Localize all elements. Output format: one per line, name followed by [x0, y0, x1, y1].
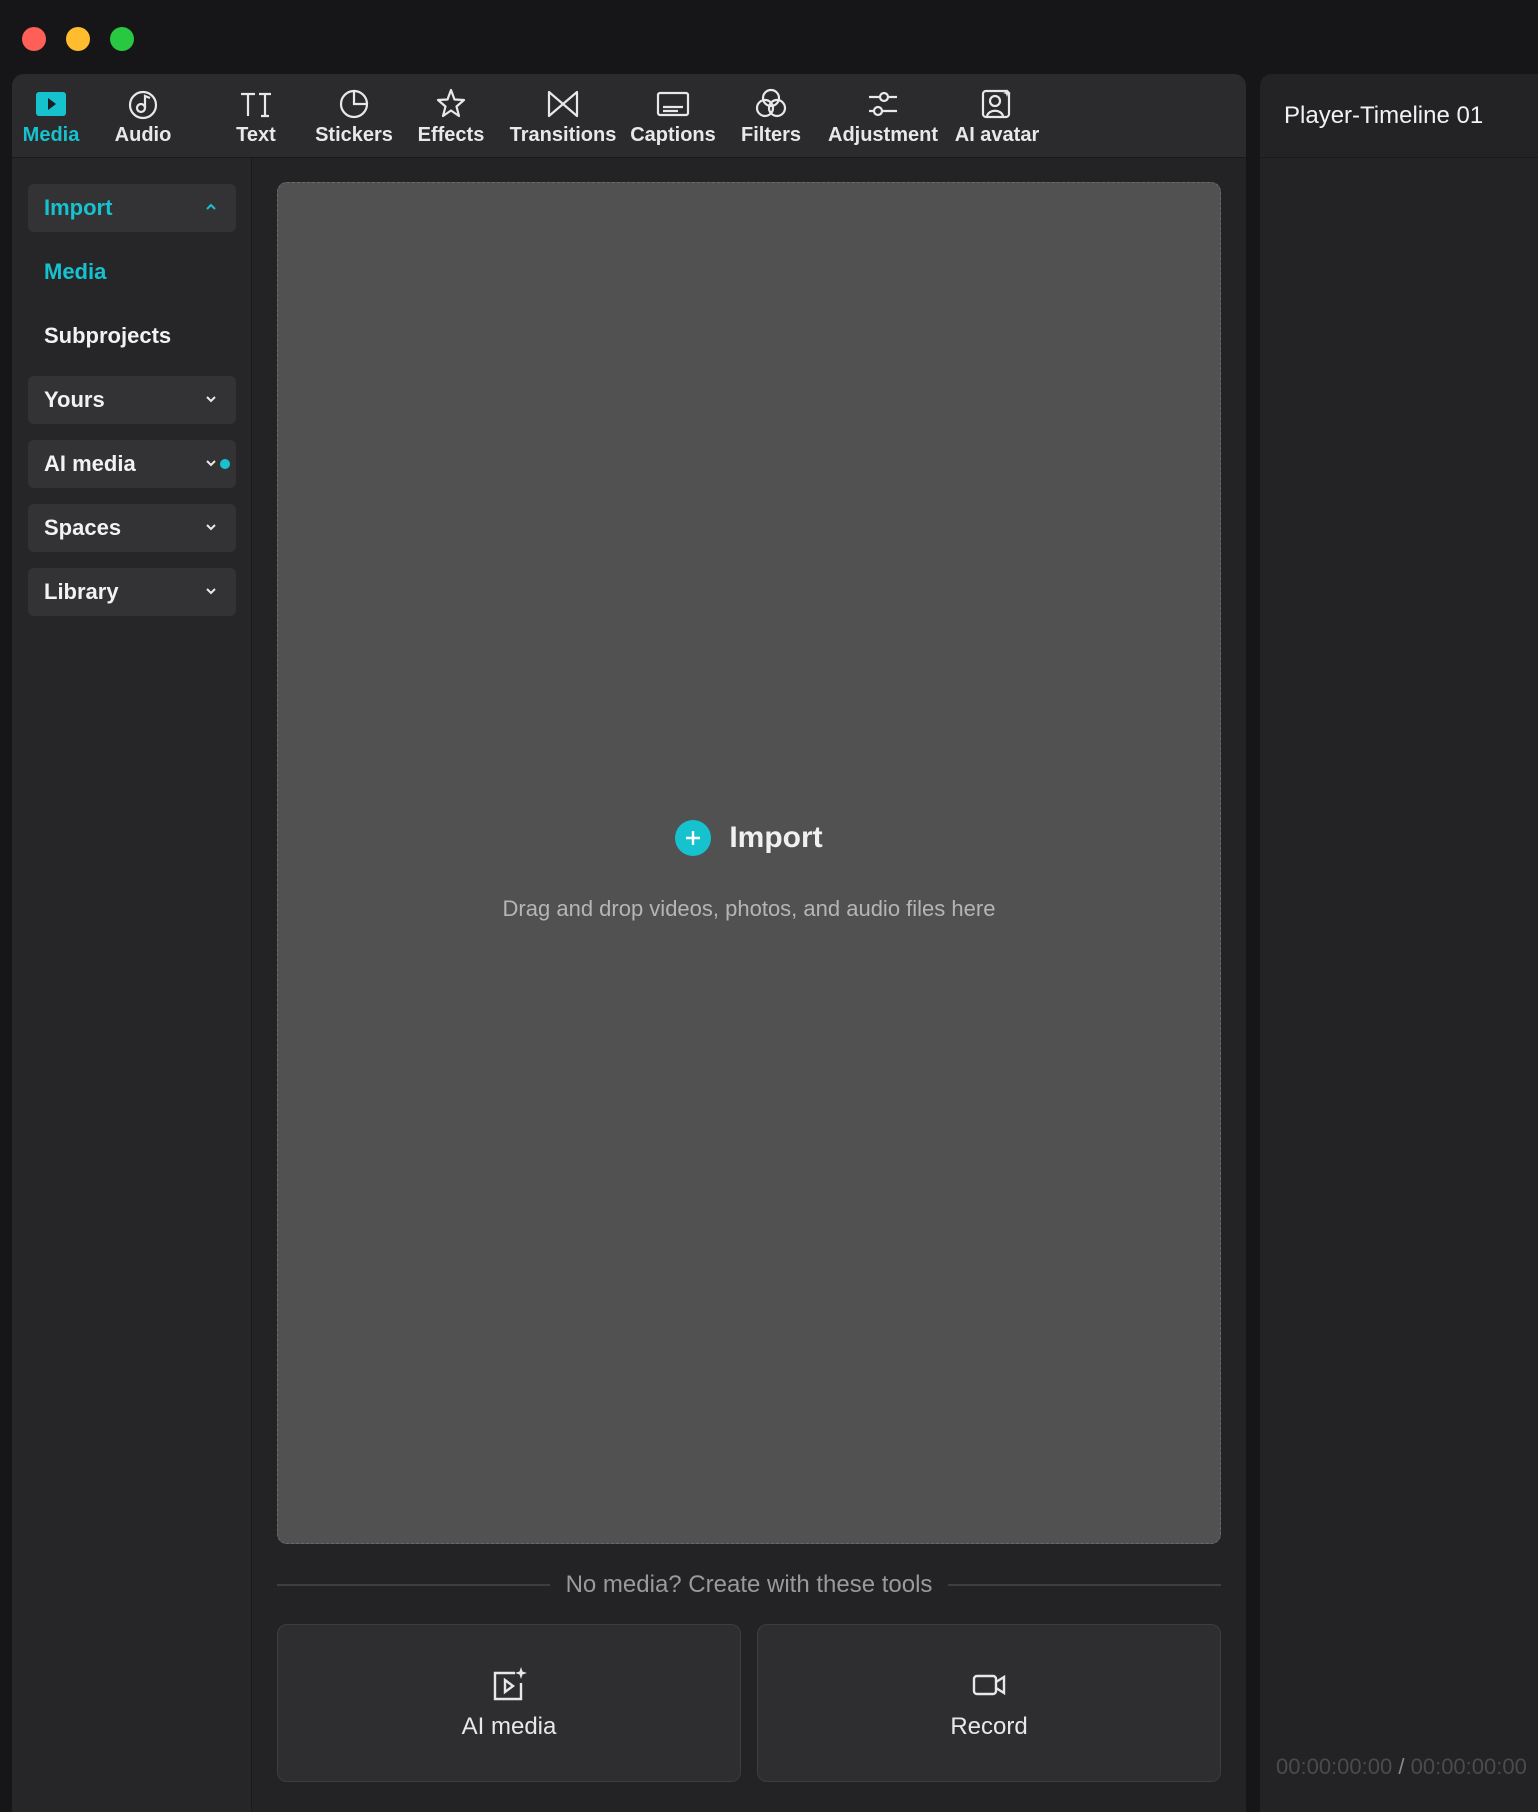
create-tools-divider: No media? Create with these tools: [277, 1570, 1222, 1600]
divider-line: [948, 1584, 1222, 1586]
tab-label: Transitions: [509, 124, 617, 146]
media-panel: Media Audio Text Stickers Effects Transi…: [12, 74, 1246, 1812]
plus-icon: [675, 820, 712, 856]
tab-transitions[interactable]: Transitions: [510, 86, 616, 152]
audio-icon: [124, 86, 162, 122]
stickers-icon: [335, 86, 373, 122]
asset-toolbar: Media Audio Text Stickers Effects Transi…: [12, 74, 1246, 158]
sidebar-item-spaces[interactable]: Spaces: [28, 504, 236, 552]
media-sidebar: Import Media Subprojects Yours AI media …: [12, 158, 252, 1812]
tab-captions[interactable]: Captions: [628, 86, 718, 152]
ai-avatar-icon: [978, 86, 1016, 122]
tab-label: AI avatar: [954, 124, 1040, 146]
tab-adjustment[interactable]: Adjustment: [828, 86, 938, 152]
minimize-window-button[interactable]: [66, 27, 90, 51]
ai-media-icon: [493, 1667, 527, 1701]
divider-line: [277, 1584, 550, 1586]
tab-ai-avatar[interactable]: AI avatar: [954, 86, 1040, 152]
media-play-icon: [32, 86, 70, 122]
text-icon: [237, 86, 275, 122]
captions-icon: [654, 86, 692, 122]
media-content: Import Drag and drop videos, photos, and…: [253, 158, 1246, 1812]
tab-audio[interactable]: Audio: [113, 86, 173, 152]
record-card[interactable]: Record: [757, 1624, 1221, 1782]
sidebar-item-label: Spaces: [44, 515, 122, 540]
sidebar-item-import[interactable]: Import: [28, 184, 236, 232]
player-panel: Player-Timeline 01 00:00:00:00 / 00:00:0…: [1260, 74, 1538, 1812]
tab-stickers[interactable]: Stickers: [314, 86, 394, 152]
maximize-window-button[interactable]: [110, 27, 134, 51]
sidebar-item-library[interactable]: Library: [28, 568, 236, 616]
player-timecode: 00:00:00:00 / 00:00:00:00: [1276, 1754, 1527, 1780]
adjustment-sliders-icon: [864, 86, 902, 122]
drop-hint-text: Drag and drop videos, photos, and audio …: [502, 896, 996, 921]
sidebar-item-media[interactable]: Media: [28, 248, 236, 296]
total-time: 00:00:00:00: [1410, 1754, 1527, 1779]
create-tools-prompt: No media? Create with these tools: [565, 1571, 933, 1598]
tab-media[interactable]: Media: [22, 86, 80, 152]
tab-label: Effects: [417, 124, 485, 146]
import-button[interactable]: Import: [278, 820, 1220, 856]
tab-label: Media: [22, 124, 80, 146]
chevron-down-icon: [206, 396, 216, 403]
tab-label: Audio: [114, 124, 172, 146]
player-header: Player-Timeline 01: [1260, 74, 1538, 158]
chevron-down-icon: [206, 524, 216, 531]
current-time: 00:00:00:00: [1276, 1754, 1393, 1779]
tab-label: Stickers: [315, 124, 393, 146]
tab-label: Filters: [740, 124, 802, 146]
import-label: Import: [729, 821, 823, 854]
sidebar-item-subprojects[interactable]: Subprojects: [28, 312, 236, 360]
chevron-down-icon: [206, 588, 216, 595]
sidebar-item-label: Library: [44, 579, 119, 604]
tab-effects[interactable]: Effects: [416, 86, 486, 152]
sidebar-item-label: AI media: [44, 451, 136, 476]
time-separator: /: [1398, 1754, 1405, 1779]
tab-label: Adjustment: [828, 124, 938, 146]
sidebar-item-label: Subprojects: [44, 323, 172, 348]
tab-text[interactable]: Text: [232, 86, 280, 152]
player-title: Player-Timeline 01: [1284, 102, 1484, 129]
sidebar-item-label: Yours: [44, 387, 105, 412]
effects-star-icon: [432, 86, 470, 122]
sidebar-item-label: Media: [44, 259, 107, 284]
transitions-icon: [544, 86, 582, 122]
tab-filters[interactable]: Filters: [740, 86, 802, 152]
tab-label: Captions: [630, 124, 716, 146]
sidebar-item-yours[interactable]: Yours: [28, 376, 236, 424]
tab-label: Text: [236, 124, 276, 146]
chevron-up-icon: [206, 203, 216, 210]
sidebar-item-label: Import: [44, 195, 113, 220]
filters-icon: [752, 86, 790, 122]
import-dropzone[interactable]: Import Drag and drop videos, photos, and…: [277, 182, 1221, 1544]
window-titlebar: [0, 0, 1538, 74]
record-camera-icon: [972, 1674, 1006, 1696]
notification-dot: [220, 459, 230, 469]
sidebar-item-ai-media[interactable]: AI media: [28, 440, 236, 488]
card-label: AI media: [461, 1713, 557, 1740]
chevron-down-icon: [206, 460, 216, 467]
card-label: Record: [950, 1713, 1028, 1740]
ai-media-card[interactable]: AI media: [277, 1624, 741, 1782]
close-window-button[interactable]: [22, 27, 46, 51]
